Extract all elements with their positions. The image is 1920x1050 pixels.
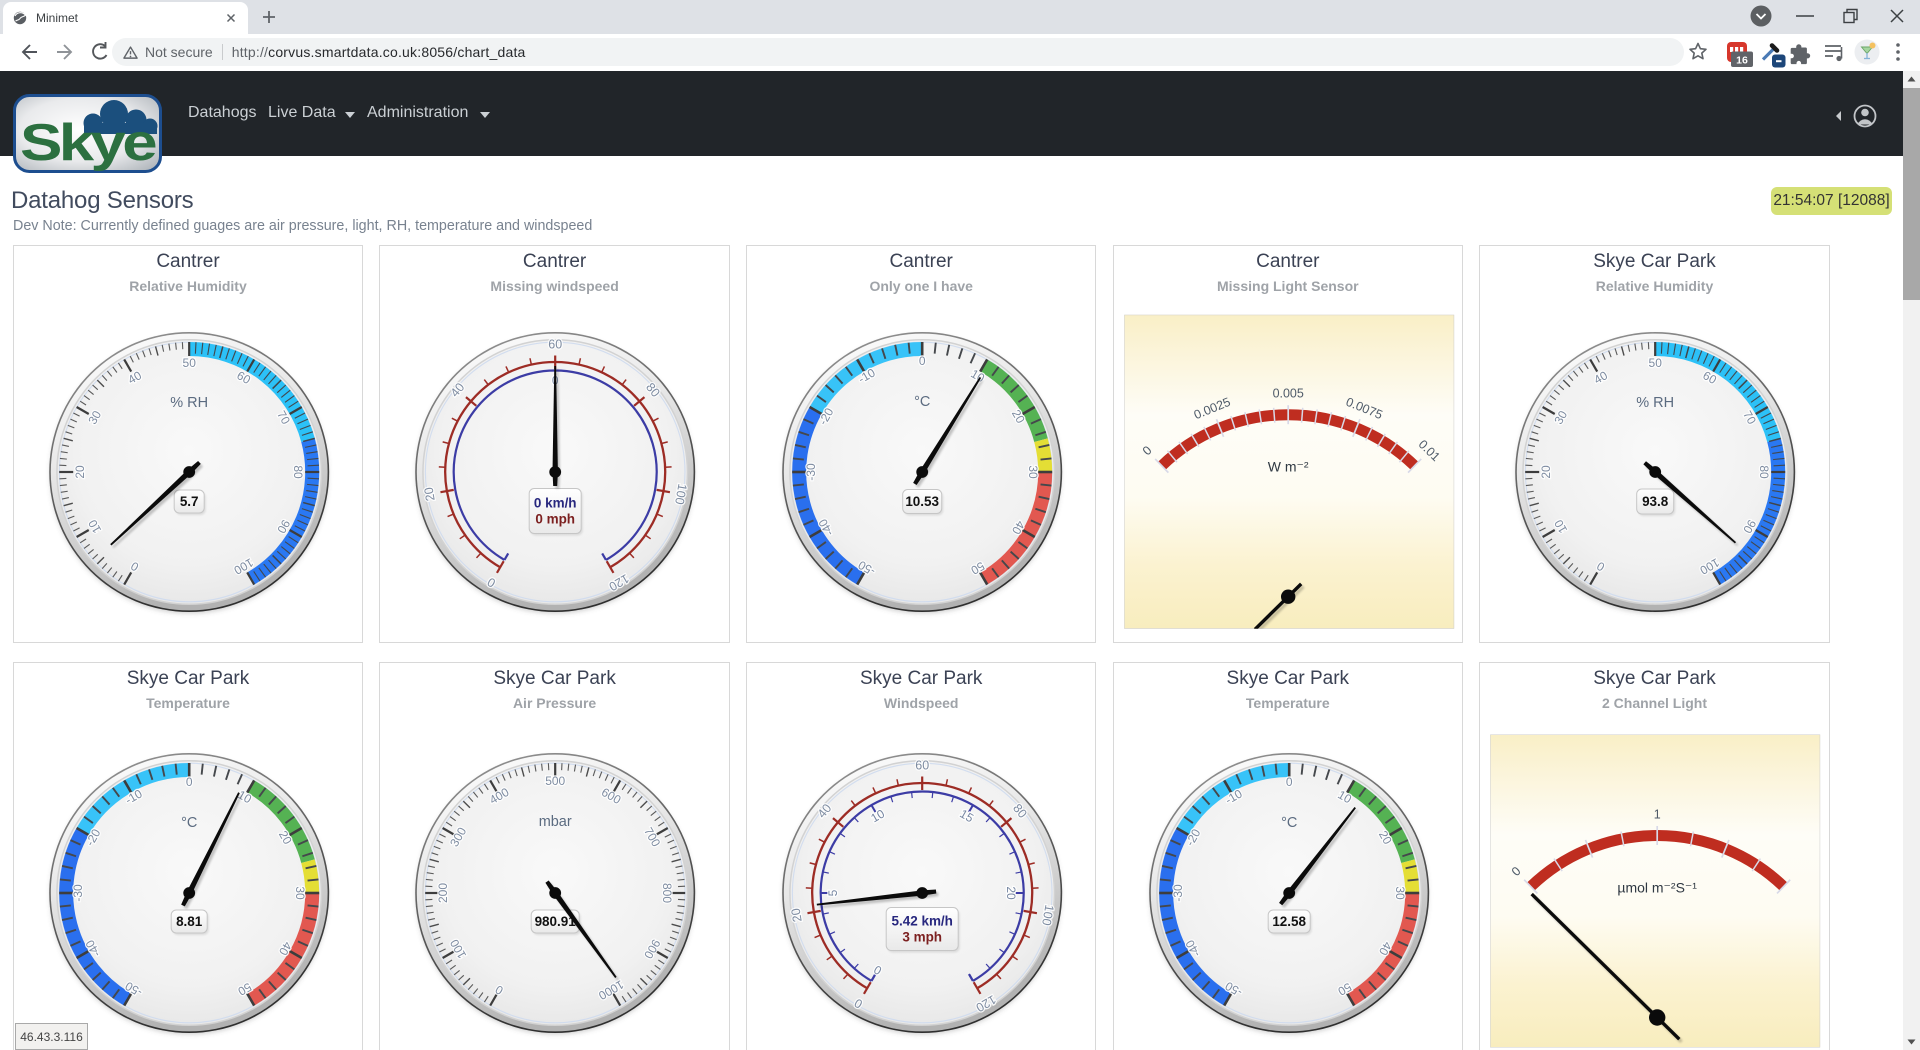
svg-text:10.53: 10.53 [905,494,939,509]
svg-text:60: 60 [549,338,563,352]
svg-text:mbar: mbar [539,814,572,830]
svg-text:500: 500 [546,774,566,788]
svg-text:0 mph: 0 mph [536,512,576,527]
svg-text:1: 1 [1654,807,1661,821]
svg-text:60: 60 [915,758,929,772]
svg-text:% RH: % RH [1637,395,1675,411]
svg-text:20: 20 [422,486,438,502]
svg-text:800: 800 [661,883,675,903]
svg-text:°C: °C [914,394,930,410]
svg-text:20: 20 [73,465,87,479]
svg-text:5.7: 5.7 [180,494,199,509]
svg-text:200: 200 [437,882,451,902]
svg-text:0.005: 0.005 [1272,387,1303,401]
svg-text:30: 30 [293,886,307,900]
svg-text:-30: -30 [804,463,818,481]
svg-text:5.42 km/h: 5.42 km/h [891,913,952,928]
svg-text:30: 30 [1026,466,1040,480]
svg-text:0: 0 [1285,775,1292,789]
svg-text:-30: -30 [71,884,85,902]
svg-text:80: 80 [291,466,305,480]
svg-text:°C: °C [1281,815,1297,831]
svg-text:5: 5 [826,889,840,896]
svg-text:°C: °C [181,815,197,831]
svg-text:W m⁻²: W m⁻² [1267,459,1308,475]
svg-text:20: 20 [1539,465,1553,479]
svg-text:50: 50 [182,356,196,370]
svg-text:8.81: 8.81 [176,914,203,929]
svg-text:12.58: 12.58 [1272,914,1306,929]
svg-text:20: 20 [1004,886,1018,900]
svg-text:Skye: Skye [20,114,157,172]
svg-text:3 mph: 3 mph [902,929,942,944]
svg-text:% RH: % RH [170,395,208,411]
svg-text:-30: -30 [1171,884,1185,902]
svg-text:0 km/h: 0 km/h [534,496,577,511]
svg-text:20: 20 [789,907,805,923]
svg-text:0: 0 [186,775,193,789]
svg-text:µmol m⁻²S⁻¹: µmol m⁻²S⁻¹ [1618,879,1698,895]
svg-text:80: 80 [1757,466,1771,480]
svg-text:50: 50 [1649,356,1663,370]
svg-text:93.8: 93.8 [1642,494,1669,509]
svg-text:0: 0 [919,354,926,368]
svg-text:30: 30 [1393,886,1407,900]
svg-text:16: 16 [1736,55,1748,67]
